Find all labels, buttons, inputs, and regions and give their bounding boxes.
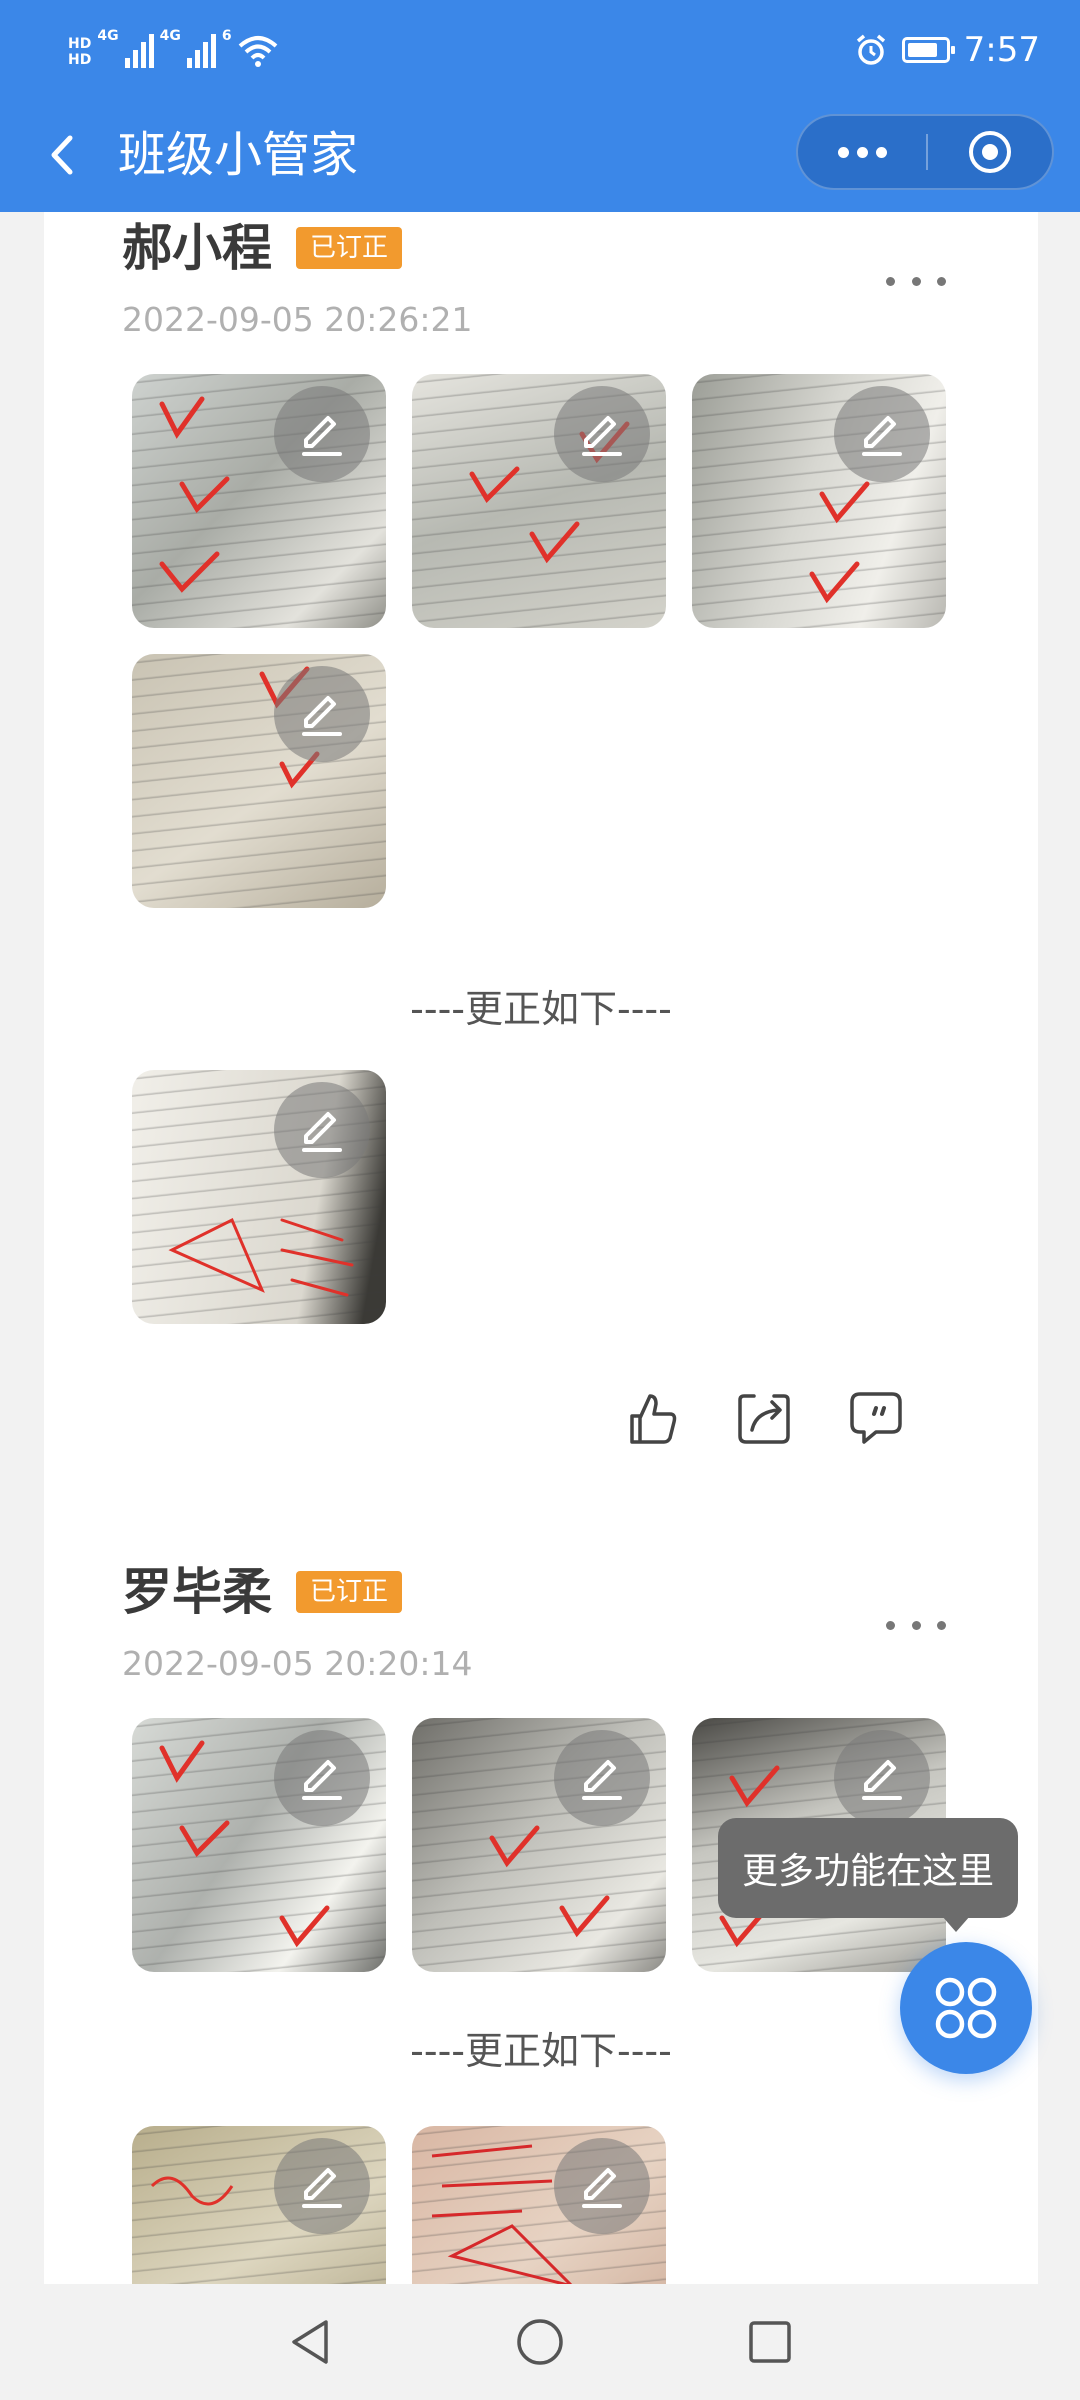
comment-icon (850, 1392, 902, 1444)
edit-photo-button[interactable] (274, 1082, 370, 1178)
network-gen-label-1: 4G (97, 28, 119, 44)
homework-photo[interactable] (412, 1718, 666, 1972)
edit-photo-button[interactable] (274, 1730, 370, 1826)
correction-photo[interactable] (132, 1070, 386, 1324)
system-back-button[interactable] (280, 2312, 340, 2372)
capsule-close-button[interactable] (928, 116, 1052, 188)
homework-photo[interactable] (132, 1718, 386, 1972)
homework-photo[interactable] (412, 374, 666, 628)
correction-photo[interactable] (412, 2126, 666, 2284)
comment-button[interactable] (842, 1384, 910, 1452)
wifi-gen-label: 6 (221, 28, 232, 44)
student-name: 罗毕柔 (122, 1563, 272, 1621)
mini-program-capsule (796, 114, 1054, 190)
pencil-icon (302, 2168, 342, 2208)
more-dots-icon (837, 146, 849, 158)
system-recents-button[interactable] (740, 2312, 800, 2372)
more-features-button[interactable] (900, 1942, 1032, 2074)
signal-strength-icon-1 (124, 28, 154, 68)
status-badge: 已订正 (296, 227, 403, 269)
capsule-more-button[interactable] (798, 116, 926, 188)
triangle-back-icon (292, 2320, 328, 2364)
status-right: 7:57 (854, 30, 1040, 70)
post-more-button[interactable] (886, 1610, 946, 1640)
network-hd-labels: HD HD (68, 36, 91, 68)
grid-menu-icon (935, 1977, 997, 2039)
more-dots-icon (886, 276, 895, 286)
edit-photo-button[interactable] (274, 386, 370, 482)
correction-photo[interactable] (132, 2126, 386, 2284)
edit-photo-button[interactable] (834, 386, 930, 482)
signal-indicators: HD HD 4G 4G 6 (68, 28, 278, 68)
pencil-icon (582, 2168, 622, 2208)
wifi-icon (238, 36, 277, 67)
system-navigation-bar (0, 2284, 1080, 2400)
feed-content: 郝小程 已订正 2022-09-05 20:26:21 ----更正如下----… (44, 212, 1038, 2284)
homework-photo[interactable] (132, 654, 386, 908)
pencil-icon (582, 416, 622, 456)
share-icon (738, 1394, 790, 1444)
nav-bar: 班级小管家 (0, 100, 1080, 212)
system-home-button[interactable] (510, 2312, 570, 2372)
square-recents-icon (749, 2321, 791, 2363)
more-dot (911, 1620, 921, 1630)
battery-level-fill (907, 43, 937, 57)
hd-label-1: HD (68, 36, 92, 52)
page-title: 班级小管家 (118, 127, 359, 183)
post-more-button[interactable] (886, 266, 946, 296)
homework-photo[interactable] (692, 374, 946, 628)
edit-photo-button[interactable] (554, 2138, 650, 2234)
post-header: 罗毕柔 已订正 (122, 1562, 403, 1622)
signal-strength-icon-2 (186, 28, 216, 68)
alarm-clock-icon (856, 34, 885, 65)
battery-icon (901, 37, 955, 63)
more-dot (856, 146, 868, 158)
pencil-icon (302, 1760, 342, 1800)
like-button[interactable] (618, 1384, 686, 1452)
post-header: 郝小程 已订正 (122, 218, 403, 278)
pencil-icon (302, 696, 342, 736)
correction-divider: ----更正如下---- (410, 987, 672, 1031)
post-timestamp: 2022-09-05 20:20:14 (122, 1644, 473, 1683)
share-button[interactable] (730, 1384, 798, 1452)
tooltip-arrow (942, 1916, 970, 1932)
back-arrow-icon (51, 135, 73, 175)
pencil-icon (302, 416, 342, 456)
pencil-icon (862, 1760, 902, 1800)
student-name: 郝小程 (122, 219, 272, 277)
circle-home-icon (517, 2319, 563, 2365)
more-dot (911, 276, 921, 286)
homework-photo[interactable] (132, 374, 386, 628)
pencil-icon (862, 416, 902, 456)
edit-photo-button[interactable] (554, 1730, 650, 1826)
more-features-tooltip: 更多功能在这里 (718, 1818, 1018, 1918)
status-badge: 已订正 (296, 1571, 403, 1613)
edit-photo-button[interactable] (834, 1730, 930, 1826)
more-dot (937, 1620, 946, 1630)
more-dot (875, 146, 887, 158)
edit-photo-button[interactable] (274, 2138, 370, 2234)
pencil-icon (302, 1112, 342, 1152)
post-timestamp: 2022-09-05 20:26:21 (122, 300, 473, 339)
more-dot (937, 276, 946, 286)
edit-photo-button[interactable] (274, 666, 370, 762)
pencil-icon (582, 1760, 622, 1800)
network-gen-label-2: 4G (159, 28, 181, 44)
more-dots-icon (886, 1620, 895, 1630)
edit-photo-button[interactable] (554, 386, 650, 482)
correction-divider: ----更正如下---- (410, 2029, 672, 2073)
clock-time: 7:57 (963, 30, 1040, 70)
hd-label-2: HD (68, 52, 92, 68)
back-button[interactable] (38, 122, 98, 188)
target-circle-icon (969, 131, 1011, 173)
post-actions (618, 1384, 910, 1452)
thumbs-up-icon (630, 1394, 677, 1444)
status-bar: HD HD 4G 4G 6 7:57 (0, 0, 1080, 100)
